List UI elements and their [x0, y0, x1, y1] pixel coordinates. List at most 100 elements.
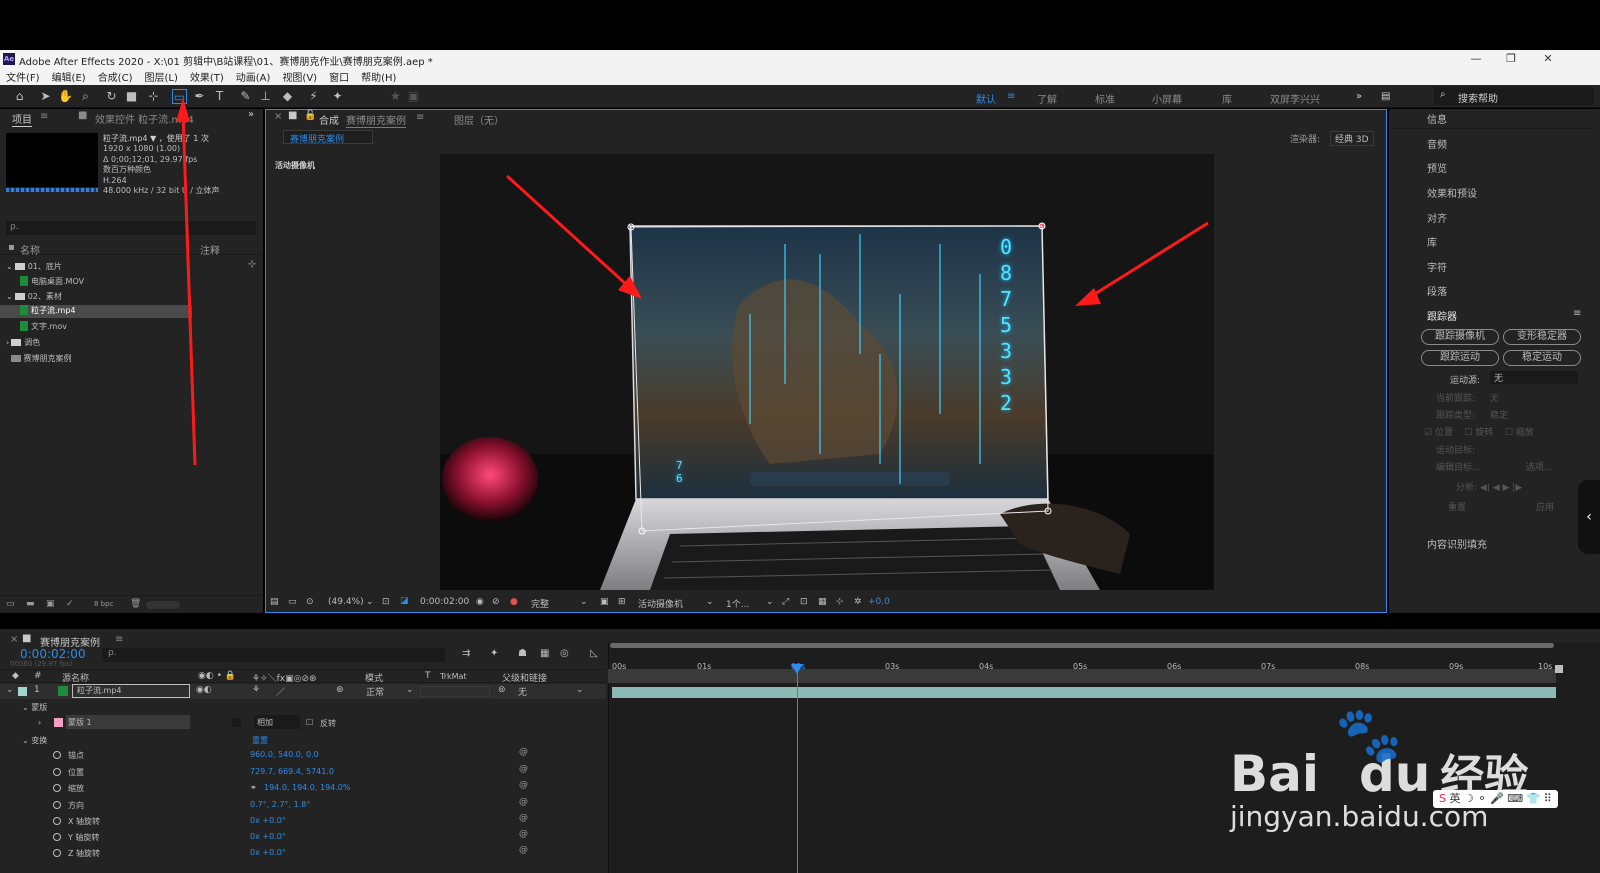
value-position[interactable]: 729.7, 669.4, 5741.0: [250, 767, 334, 776]
puppet-tool-icon[interactable]: ✦: [330, 89, 345, 104]
timeline-icon[interactable]: ▦: [818, 597, 827, 607]
chevron-left-icon[interactable]: ‹: [1578, 480, 1600, 554]
trkmat-select[interactable]: [420, 686, 490, 697]
stopwatch-icon[interactable]: [53, 768, 61, 776]
vr-icon[interactable]: ⊙: [306, 597, 314, 607]
mask-name-field[interactable]: 蒙版 1: [66, 715, 190, 729]
new-folder-icon[interactable]: ▬: [26, 599, 35, 609]
column-name[interactable]: 名称: [20, 242, 40, 257]
thumbnail-size-slider[interactable]: [146, 601, 180, 609]
brush-tool-icon[interactable]: ✎: [238, 89, 253, 104]
composition-viewer[interactable]: 0875332 76: [440, 154, 1214, 590]
panel-preview[interactable]: 预览: [1427, 160, 1447, 175]
video-visibility-icon[interactable]: ◉◐: [196, 685, 212, 695]
panel-overflow-icon[interactable]: »: [248, 109, 254, 120]
list-item[interactable]: › 调色: [6, 337, 40, 348]
list-item[interactable]: ⌄ 01、底片: [6, 261, 62, 272]
quality-switch-icon[interactable]: ／: [276, 685, 285, 698]
frame-blending-icon[interactable]: ▦: [540, 648, 549, 659]
mask-mode-select[interactable]: 相加: [254, 715, 300, 729]
motion-source-select[interactable]: 无: [1490, 371, 1578, 384]
workspace-menu-icon[interactable]: ≡: [1007, 91, 1015, 102]
3d-layer-icon[interactable]: ⊛: [336, 685, 344, 695]
new-composition-icon[interactable]: ▣: [46, 599, 55, 609]
timeline-search-input[interactable]: ρ.: [102, 648, 445, 662]
roto-brush-tool-icon[interactable]: ⚡: [306, 89, 321, 104]
value-orientation[interactable]: 0.7°, 2.7°, 1.8°: [250, 800, 310, 809]
stopwatch-icon[interactable]: [53, 801, 61, 809]
chevron-down-icon[interactable]: ⌄: [766, 597, 774, 607]
zoom-tool-icon[interactable]: ⌕: [78, 89, 93, 104]
clone-stamp-tool-icon[interactable]: ⊥: [258, 89, 273, 104]
motion-blur-icon[interactable]: ◎: [560, 648, 569, 659]
pickwhip-icon[interactable]: @: [519, 813, 528, 823]
layer-row[interactable]: ⌄ 1 粒子流.mp4 ◉◐ ⚘ ／ ⊛ 正常 ⌄ ⊚ 无 ⌄: [0, 684, 606, 699]
column-mode[interactable]: 模式: [365, 671, 383, 684]
menu-view[interactable]: 视图(V): [282, 69, 317, 84]
playhead-icon[interactable]: [791, 664, 803, 674]
pickwhip-icon[interactable]: ⊚: [498, 685, 506, 695]
stopwatch-icon[interactable]: [53, 784, 61, 792]
transform-group[interactable]: 变换: [31, 736, 47, 745]
view-select[interactable]: 活动摄像机: [638, 597, 683, 610]
chevron-down-icon[interactable]: ▼: [150, 134, 156, 143]
color-channels-icon[interactable]: ●: [510, 597, 518, 607]
lock-icon[interactable]: 🔓: [304, 110, 316, 121]
trash-icon[interactable]: 🗑: [130, 599, 141, 609]
pickwhip-icon[interactable]: @: [519, 764, 528, 774]
snapshot-icon[interactable]: ◉: [476, 597, 484, 607]
shy-layers-icon[interactable]: ☗: [518, 648, 527, 659]
menu-layer[interactable]: 图层(L): [144, 69, 177, 84]
adjust-icon[interactable]: ✓: [66, 599, 74, 609]
zoom-handle-icon[interactable]: [1555, 665, 1563, 673]
show-snapshot-icon[interactable]: ⊘: [492, 597, 500, 607]
value-scale[interactable]: 194.0, 194.0, 194.0%: [264, 783, 350, 792]
resolution-icon[interactable]: ⊡: [382, 597, 390, 607]
value-x-rotation[interactable]: 0x +0.0°: [250, 816, 286, 825]
zoom-select[interactable]: (49.4%): [328, 597, 364, 607]
rotate-tool-icon[interactable]: ↻: [104, 89, 119, 104]
panel-align[interactable]: 对齐: [1427, 210, 1447, 225]
list-item[interactable]: 电脑桌面.MOV: [6, 276, 84, 287]
tab-project[interactable]: 项目: [12, 111, 32, 127]
menu-file[interactable]: 文件(F): [6, 69, 40, 84]
masks-group[interactable]: 蒙版: [31, 703, 47, 712]
ime-toolbar[interactable]: S 英 ☽ ⚬ 🎤 ⌨ 👕 ⠿: [1433, 790, 1558, 808]
comp-breadcrumb[interactable]: 赛博朋克案例: [283, 130, 373, 145]
minimize-button[interactable]: —: [1468, 52, 1484, 66]
chevron-down-icon[interactable]: ⌄: [706, 597, 714, 607]
mask-color-swatch[interactable]: [54, 718, 63, 727]
pickwhip-icon[interactable]: @: [519, 829, 528, 839]
column-parent[interactable]: 父级和链接: [502, 671, 547, 684]
panel-audio[interactable]: 音频: [1427, 136, 1447, 151]
layer-label-color[interactable]: [18, 687, 27, 696]
workspace-learn[interactable]: 了解: [1037, 91, 1057, 106]
menu-animation[interactable]: 动画(A): [236, 69, 271, 84]
transform-reset[interactable]: 重置: [252, 735, 268, 746]
stopwatch-icon[interactable]: [53, 751, 61, 759]
value-anchor[interactable]: 960.0, 540.0, 0.0: [250, 750, 319, 759]
toggle-pixel-icon[interactable]: ⤢: [782, 597, 789, 607]
restore-button[interactable]: ❐: [1503, 52, 1519, 66]
chevron-down-icon[interactable]: ⌄: [580, 597, 588, 607]
layer-duration-bar[interactable]: [612, 687, 1556, 698]
graph-editor-icon[interactable]: ◺: [590, 648, 598, 659]
warp-stabilizer-button[interactable]: 变形稳定器: [1503, 329, 1581, 345]
value-z-rotation[interactable]: 0x +0.0°: [250, 848, 286, 857]
workspace-small-screen[interactable]: 小屏幕: [1152, 91, 1182, 106]
draft-3d-icon[interactable]: ✦: [490, 648, 498, 659]
value-y-rotation[interactable]: 0x +0.0°: [250, 832, 286, 841]
workspace-dual-screen[interactable]: 双屏李兴兴: [1270, 91, 1320, 106]
view-layout-select[interactable]: 1个...: [726, 597, 749, 610]
mask-visibility-icon[interactable]: ◪: [400, 596, 409, 606]
panel-effects-presets[interactable]: 效果和预设: [1427, 185, 1477, 200]
panel-layout-icon[interactable]: ▤: [1381, 91, 1390, 102]
eraser-tool-icon[interactable]: ◆: [280, 89, 295, 104]
menu-edit[interactable]: 编辑(E): [52, 69, 86, 84]
list-item[interactable]: 赛博朋克案例: [6, 353, 72, 364]
comp-mini-flowchart-icon[interactable]: ⇉: [462, 648, 470, 659]
bit-depth[interactable]: 8 bpc: [94, 600, 113, 608]
pan-behind-tool-icon[interactable]: ⊹: [146, 89, 161, 104]
column-comment[interactable]: 注释: [200, 242, 220, 257]
always-preview-icon[interactable]: ▤: [270, 597, 279, 607]
